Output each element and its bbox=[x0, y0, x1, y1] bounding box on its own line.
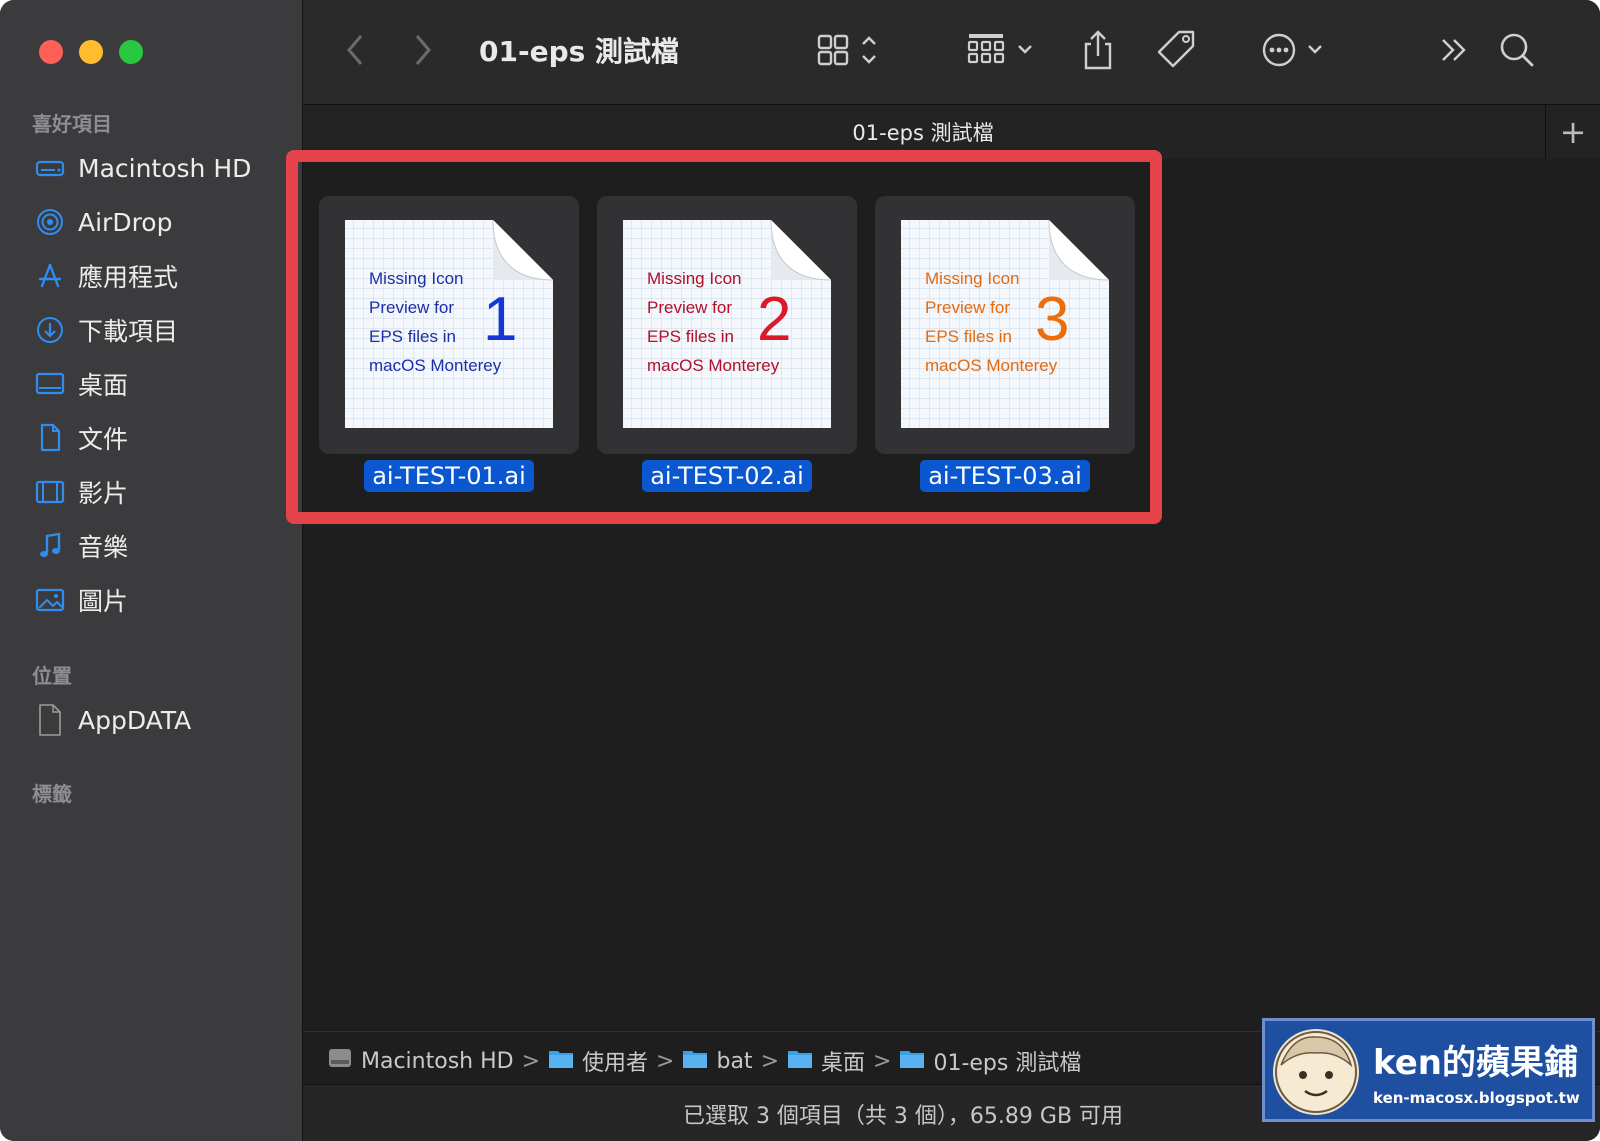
path-separator: > bbox=[873, 1048, 892, 1074]
minimize-window-button[interactable] bbox=[79, 40, 103, 64]
share-icon[interactable] bbox=[1081, 28, 1115, 76]
file-thumbnail[interactable]: Missing Icon Preview for EPS files in ma… bbox=[875, 196, 1135, 454]
path-separator: > bbox=[760, 1048, 779, 1074]
file-thumbnail[interactable]: Missing Icon Preview for EPS files in ma… bbox=[319, 196, 579, 454]
downloads-icon bbox=[34, 314, 66, 346]
hard-drive-icon bbox=[327, 1045, 353, 1077]
file-thumbnail[interactable]: Missing Icon Preview for EPS files in ma… bbox=[597, 196, 857, 454]
sidebar-item-music[interactable]: 音樂 bbox=[34, 524, 294, 568]
sidebar-item-label: 下載項目 bbox=[78, 317, 179, 346]
path-crumb-users[interactable]: 使用者 bbox=[582, 1045, 648, 1077]
hard-drive-icon bbox=[34, 152, 66, 184]
folder-icon bbox=[899, 1047, 925, 1075]
zoom-window-button[interactable] bbox=[119, 40, 143, 64]
close-window-button[interactable] bbox=[39, 40, 63, 64]
sidebar-item-downloads[interactable]: 下載項目 bbox=[34, 308, 294, 352]
path-crumb-current-folder[interactable]: 01-eps 測試檔 bbox=[933, 1045, 1081, 1077]
preview-line: Preview for bbox=[925, 298, 1010, 317]
file-name-label[interactable]: ai-TEST-03.ai bbox=[920, 460, 1090, 492]
sidebar: 喜好項目 Macintosh HD AirDrop 應用程式 下載項目 桌面 文… bbox=[0, 0, 303, 1141]
path-crumb-bat[interactable]: bat bbox=[716, 1049, 752, 1074]
music-icon bbox=[34, 530, 66, 562]
watermark-url: ken-macosx.blogspot.tw bbox=[1373, 1089, 1580, 1107]
file-item[interactable]: Missing Icon Preview for EPS files in ma… bbox=[319, 196, 579, 492]
tag-icon[interactable] bbox=[1155, 28, 1199, 76]
sidebar-item-label: Macintosh HD bbox=[78, 153, 252, 183]
locations-header: 位置 bbox=[32, 664, 72, 688]
eps-preview-icon: Missing Icon Preview for EPS files in ma… bbox=[345, 219, 554, 428]
sidebar-item-pictures[interactable]: 圖片 bbox=[34, 578, 294, 622]
preview-number: 1 bbox=[483, 285, 517, 354]
sidebar-item-label: AirDrop bbox=[78, 207, 173, 237]
sidebar-item-appdata[interactable]: AppDATA bbox=[34, 698, 294, 742]
pictures-icon bbox=[34, 584, 66, 616]
file-name-label[interactable]: ai-TEST-02.ai bbox=[642, 460, 812, 492]
file-name-label[interactable]: ai-TEST-01.ai bbox=[364, 460, 534, 492]
airdrop-icon bbox=[34, 206, 66, 238]
folder-icon bbox=[548, 1047, 574, 1075]
tab-active[interactable]: 01-eps 測試檔 bbox=[303, 117, 1543, 147]
window-title: 01-eps 測試檔 bbox=[479, 35, 680, 68]
desktop-icon bbox=[34, 368, 66, 400]
sidebar-item-applications[interactable]: 應用程式 bbox=[34, 254, 294, 298]
documents-icon bbox=[34, 422, 66, 454]
preview-line: EPS files in bbox=[369, 327, 456, 346]
tags-header: 標籤 bbox=[32, 782, 72, 806]
path-crumb-desktop[interactable]: 桌面 bbox=[821, 1045, 865, 1077]
sidebar-item-label: AppDATA bbox=[78, 705, 192, 735]
watermark-logo: ken的蘋果鋪 ken-macosx.blogspot.tw bbox=[1262, 1018, 1595, 1122]
sidebar-item-label: 桌面 bbox=[78, 371, 129, 400]
path-crumb-macintosh-hd[interactable]: Macintosh HD bbox=[361, 1049, 514, 1074]
sidebar-item-label: 影片 bbox=[78, 479, 129, 508]
preview-line: Missing Icon bbox=[369, 269, 463, 288]
desktop-folder-icon bbox=[787, 1047, 813, 1075]
eps-preview-icon: Missing Icon Preview for EPS files in ma… bbox=[901, 219, 1110, 428]
file-item[interactable]: Missing Icon Preview for EPS files in ma… bbox=[875, 196, 1135, 492]
sidebar-item-macintosh-hd[interactable]: Macintosh HD bbox=[34, 146, 294, 190]
sidebar-item-documents[interactable]: 文件 bbox=[34, 416, 294, 460]
applications-icon bbox=[34, 260, 66, 292]
eps-preview-icon: Missing Icon Preview for EPS files in ma… bbox=[623, 219, 832, 428]
sidebar-item-label: 文件 bbox=[78, 425, 129, 454]
search-icon[interactable] bbox=[1497, 28, 1537, 76]
preview-number: 3 bbox=[1035, 285, 1069, 354]
preview-line: Missing Icon bbox=[647, 269, 741, 288]
icon-view-icon[interactable] bbox=[817, 28, 887, 76]
group-icon[interactable] bbox=[967, 28, 1041, 76]
preview-line: macOS Monterey bbox=[369, 356, 502, 375]
path-separator: > bbox=[521, 1048, 541, 1074]
home-folder-icon bbox=[682, 1047, 708, 1075]
preview-line: EPS files in bbox=[647, 327, 734, 346]
sidebar-item-label: 音樂 bbox=[78, 533, 129, 562]
watermark-title: ken的蘋果鋪 bbox=[1373, 1043, 1578, 1083]
finder-window: 喜好項目 Macintosh HD AirDrop 應用程式 下載項目 桌面 文… bbox=[0, 0, 1600, 1141]
sidebar-item-movies[interactable]: 影片 bbox=[34, 470, 294, 514]
sidebar-item-label: 應用程式 bbox=[78, 263, 179, 292]
sidebar-item-label: 圖片 bbox=[78, 587, 129, 616]
preview-line: EPS files in bbox=[925, 327, 1012, 346]
toolbar-overflow-icon[interactable] bbox=[1437, 28, 1471, 76]
preview-number: 2 bbox=[757, 285, 791, 354]
favorites-header: 喜好項目 bbox=[32, 112, 112, 136]
plus-icon: + bbox=[1559, 113, 1587, 151]
avatar bbox=[1273, 1029, 1359, 1115]
back-icon[interactable] bbox=[343, 28, 367, 76]
preview-line: macOS Monterey bbox=[647, 356, 780, 375]
path-crumbs: Macintosh HD > 使用者 > bat > 桌面 > 01-eps 測… bbox=[327, 1045, 1081, 1077]
file-icon bbox=[34, 704, 66, 736]
preview-line: Preview for bbox=[369, 298, 454, 317]
forward-icon[interactable] bbox=[411, 28, 435, 76]
file-item[interactable]: Missing Icon Preview for EPS files in ma… bbox=[597, 196, 857, 492]
preview-line: Missing Icon bbox=[925, 269, 1019, 288]
movies-icon bbox=[34, 476, 66, 508]
more-actions-icon[interactable] bbox=[1261, 28, 1331, 76]
preview-line: macOS Monterey bbox=[925, 356, 1058, 375]
preview-line: Preview for bbox=[647, 298, 732, 317]
sidebar-item-airdrop[interactable]: AirDrop bbox=[34, 200, 294, 244]
path-separator: > bbox=[656, 1048, 675, 1074]
toolbar: 01-eps 測試檔 bbox=[303, 0, 1600, 104]
sidebar-item-desktop[interactable]: 桌面 bbox=[34, 362, 294, 406]
new-tab-button[interactable]: + bbox=[1545, 105, 1600, 159]
